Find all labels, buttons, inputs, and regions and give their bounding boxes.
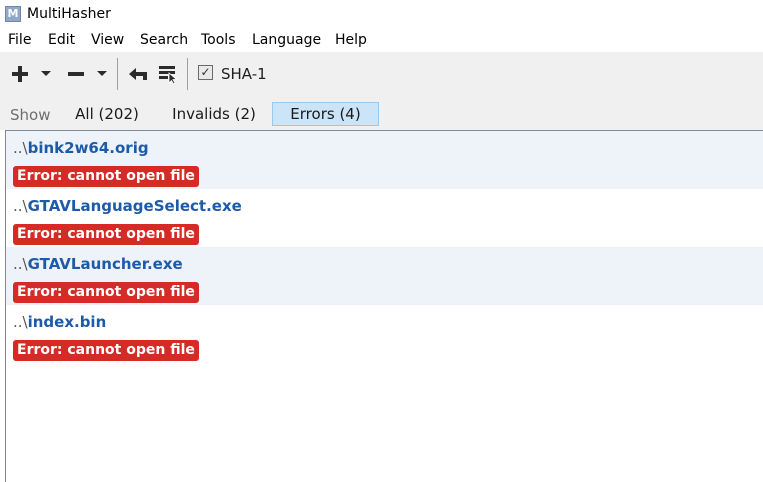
file-list: ..\bink2w64.orig Error: cannot open file… (5, 130, 763, 482)
menu-search[interactable]: Search (140, 32, 188, 48)
file-path: ..\GTAVLauncher.exe (13, 255, 183, 273)
menu-tools[interactable]: Tools (201, 32, 236, 48)
show-label: Show (10, 106, 51, 124)
verify-button[interactable] (155, 52, 181, 96)
error-badge: Error: cannot open file (13, 224, 199, 245)
add-icon (12, 66, 28, 82)
menu-edit[interactable]: Edit (48, 32, 75, 48)
title-bar: M MultiHasher (0, 0, 763, 30)
undo-icon (129, 68, 147, 80)
remove-icon (68, 72, 84, 76)
app-logo-icon: M (5, 6, 21, 22)
error-badge: Error: cannot open file (13, 340, 199, 361)
chevron-down-icon (41, 71, 51, 76)
undo-button[interactable] (125, 52, 151, 96)
list-item[interactable]: ..\index.bin Error: cannot open file (6, 305, 763, 363)
tab-errors[interactable]: Errors (4) (272, 102, 379, 126)
error-badge: Error: cannot open file (13, 282, 199, 303)
menu-language[interactable]: Language (252, 32, 321, 48)
file-path: ..\bink2w64.orig (13, 139, 149, 157)
file-path: ..\index.bin (13, 313, 107, 331)
file-name: GTAVLanguageSelect.exe (27, 197, 242, 215)
chevron-down-icon (97, 71, 107, 76)
list-item[interactable]: ..\GTAVLanguageSelect.exe Error: cannot … (6, 189, 763, 247)
toolbar: ✓ SHA-1 (0, 52, 763, 96)
menu-view[interactable]: View (91, 32, 124, 48)
menu-bar: File Edit View Search Tools Language Hel… (0, 30, 763, 52)
tab-invalids[interactable]: Invalids (2) (164, 102, 264, 126)
menu-help[interactable]: Help (335, 32, 367, 48)
list-item[interactable]: ..\bink2w64.orig Error: cannot open file (6, 131, 763, 189)
toolbar-separator (187, 58, 188, 90)
filter-bar: Show All (202) Invalids (2) Errors (4) (0, 96, 763, 130)
verify-icon (159, 66, 178, 84)
error-badge: Error: cannot open file (13, 166, 199, 187)
tab-all[interactable]: All (202) (67, 102, 147, 126)
sha1-checkbox[interactable]: ✓ (198, 65, 213, 80)
sha1-checkbox-label: SHA-1 (221, 65, 267, 83)
window-title: MultiHasher (27, 6, 111, 22)
toolbar-separator (117, 58, 118, 90)
file-path: ..\GTAVLanguageSelect.exe (13, 197, 242, 215)
file-name: index.bin (27, 313, 107, 331)
add-dropdown-button[interactable] (38, 52, 54, 96)
remove-button[interactable] (64, 52, 88, 96)
file-name: GTAVLauncher.exe (27, 255, 183, 273)
list-item[interactable]: ..\GTAVLauncher.exe Error: cannot open f… (6, 247, 763, 305)
menu-file[interactable]: File (8, 32, 31, 48)
remove-dropdown-button[interactable] (94, 52, 110, 96)
add-button[interactable] (8, 52, 32, 96)
file-name: bink2w64.orig (27, 139, 149, 157)
